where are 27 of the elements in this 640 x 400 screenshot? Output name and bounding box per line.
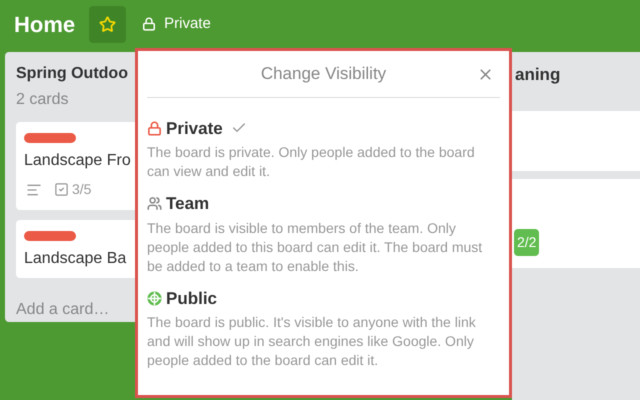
option-description: The board is public. It's visible to anyone with the link and will show up in search engines like Google. Only people added to the board can edit it. — [147, 313, 477, 370]
card[interactable]: Landscape Fro 3/5 — [16, 122, 135, 210]
list-title: aning — [514, 64, 562, 86]
option-name: Team — [166, 193, 210, 215]
star-icon — [99, 16, 116, 32]
visibility-button[interactable]: Private — [136, 12, 217, 36]
visibility-option[interactable]: Private The board is private. Only people added to the board can view and edit it. — [147, 116, 500, 181]
star-button[interactable] — [89, 6, 126, 42]
card-count: 2 cards — [16, 90, 70, 110]
checklist-badge: 2/2 — [514, 228, 540, 256]
option-description: The board is visible to members of the team. Only people added to this board can edit it. The board must be added to a team to enable this. — [147, 218, 484, 276]
visibility-option[interactable]: Public The board is public. It's visible to anyone with the link and will show up in search engines like Google. Only people added to the board can edit it. — [147, 286, 500, 370]
list-title: Spring Outdoo — [16, 64, 129, 84]
card[interactable]: Landscape Ba — [16, 220, 135, 278]
card-title: Landscape Ba — [24, 249, 128, 270]
board-title: Home — [14, 10, 76, 38]
visibility-option[interactable]: Team The board is visible to members of the team. Only people added to this board can edit it. The board must be added to a team to enable this. — [147, 191, 500, 276]
option-description: The board is private. Only people added to the board can view and edit it. — [147, 143, 476, 181]
globe-icon — [147, 290, 162, 306]
people-icon — [147, 196, 162, 212]
lock-icon — [142, 17, 156, 31]
lock-icon — [147, 120, 162, 136]
checklist-badge: 3/5 — [54, 179, 92, 200]
popup-title: Change Visibility — [260, 63, 386, 85]
option-name: Public — [166, 288, 218, 310]
card-title: Landscape Fro — [24, 151, 132, 171]
option-name: Private — [166, 118, 223, 140]
